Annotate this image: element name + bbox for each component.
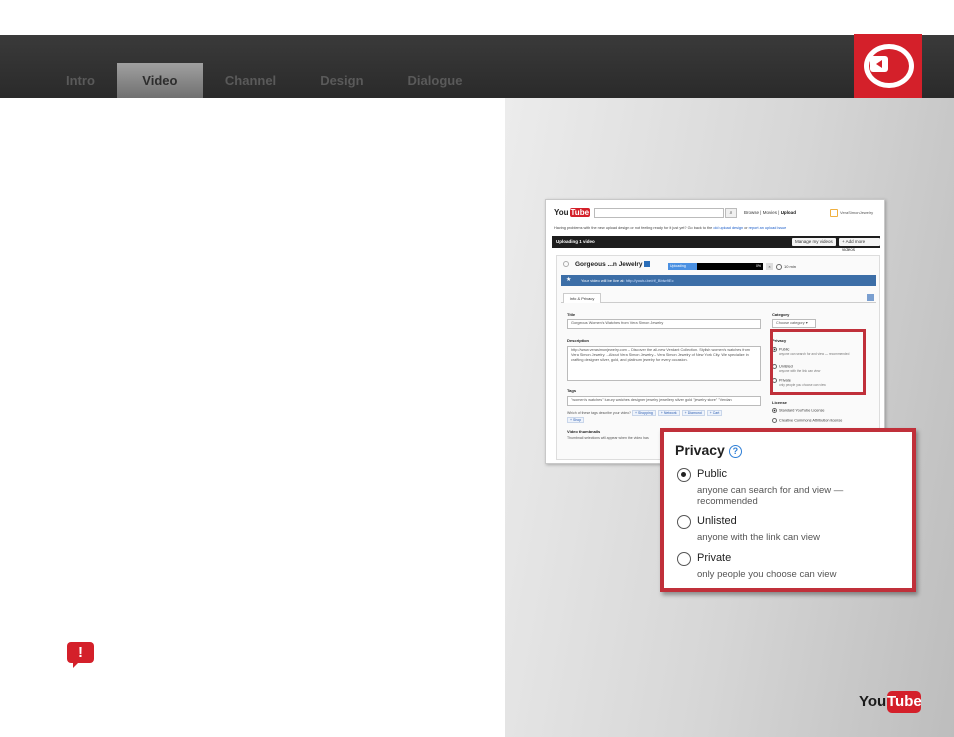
description-label: Description	[567, 338, 590, 343]
youtube-logo: You Tube	[859, 691, 922, 715]
report-issue-link[interactable]: report an upload issue	[749, 226, 787, 230]
tag-chip[interactable]: + Shopping	[632, 410, 656, 416]
tags-input[interactable]: "women's watches" luxury watches designe…	[567, 396, 761, 406]
tab-info-privacy[interactable]: Info & Privacy	[563, 293, 601, 303]
upload-progress: Uploading 0%	[668, 263, 763, 270]
time-remaining: 10 min	[776, 263, 796, 270]
yt-warning: Having problems with the new upload desi…	[554, 226, 787, 230]
tab-video[interactable]: Video	[116, 63, 203, 98]
thumbnails-note: Thumbnail selections will appear when th…	[567, 436, 649, 440]
uploading-bar: Uploading 1 video Manage my videos + Add…	[552, 236, 880, 252]
tab-row: Info & Privacy	[561, 293, 876, 303]
yt-nav-movies[interactable]: Movies	[763, 210, 777, 215]
old-upload-link[interactable]: old upload design	[713, 226, 743, 230]
nav-tabs: Intro Video Channel Design Dialogue	[44, 63, 484, 98]
tag-chip[interactable]: + Cart	[706, 410, 723, 416]
radio-unlisted[interactable]	[677, 515, 691, 529]
license-cc[interactable]: Creative Commons Attribution license	[772, 418, 842, 423]
spinner-icon	[563, 261, 569, 268]
search-icon[interactable]: ⌕	[725, 208, 737, 218]
tag-chip[interactable]: + Network	[657, 410, 680, 416]
license-standard[interactable]: Standard YouTube License	[772, 408, 824, 413]
collapse-icon[interactable]	[867, 294, 874, 301]
tab-channel[interactable]: Channel	[203, 63, 298, 98]
title-label: Title	[567, 312, 576, 317]
video-title: Gorgeous ...n Jewelry	[563, 261, 650, 268]
yt-nav: Browse | Movies | Upload	[744, 210, 796, 215]
tag-chip[interactable]: + Diamond	[681, 410, 705, 416]
tag-chip[interactable]: + Shop	[567, 417, 585, 423]
yt-nav-browse[interactable]: Browse	[744, 210, 759, 215]
alert-speech-icon: !	[67, 642, 94, 668]
radio-public[interactable]	[677, 468, 691, 482]
license-label: License	[772, 400, 787, 405]
add-videos-button[interactable]: + Add more videos	[839, 238, 880, 252]
title-input[interactable]: Gorgeous Women's Watches from Vera Simon…	[567, 319, 761, 329]
privacy-heading: Privacy?	[675, 442, 742, 458]
progress-fill: Uploading	[668, 263, 697, 270]
live-url-bar: ★ Your video will be live at: http://yout…	[561, 275, 876, 286]
live-url-link[interactable]: http://youtu.be/rlf_Bbtw9Ec	[626, 278, 674, 283]
radio-private[interactable]	[677, 552, 691, 566]
yt-header: You Tube ⌕ Browse | Movies | Upload VeraS…	[554, 206, 878, 220]
slide: Intro Video Channel Design Dialogue You T…	[0, 0, 954, 737]
description-input[interactable]: http://www.verasimonjewelry.com – Discov…	[567, 346, 761, 381]
category-select[interactable]: Choose category ▾	[772, 319, 816, 328]
yt-logo: You Tube	[554, 208, 591, 217]
yt-search-input[interactable]	[594, 208, 724, 218]
thumbnails-label: Video thumbnails	[567, 429, 601, 434]
category-label: Category	[772, 312, 790, 317]
tag-suggestions: Which of these tags describe your video?…	[567, 410, 724, 416]
privacy-zoom-callout: Privacy? Public anyone can search for an…	[660, 428, 916, 592]
manage-videos-button[interactable]: Manage my videos	[792, 238, 836, 246]
tab-intro[interactable]: Intro	[44, 63, 117, 98]
privacy-highlight-box	[770, 329, 866, 395]
tags-label: Tags	[567, 388, 577, 393]
brand-logo-icon	[854, 34, 922, 98]
yt-user[interactable]: VeraSimonJewelry	[830, 208, 878, 218]
avatar	[830, 208, 838, 217]
star-icon: ★	[566, 277, 572, 283]
close-icon[interactable]: ×	[766, 263, 773, 270]
help-icon[interactable]: ?	[728, 445, 742, 458]
yt-nav-upload[interactable]: Upload	[781, 210, 796, 215]
tab-design[interactable]: Design	[298, 63, 385, 98]
edit-icon[interactable]	[643, 261, 650, 268]
tab-dialogue[interactable]: Dialogue	[386, 63, 485, 98]
clock-icon	[776, 263, 782, 270]
